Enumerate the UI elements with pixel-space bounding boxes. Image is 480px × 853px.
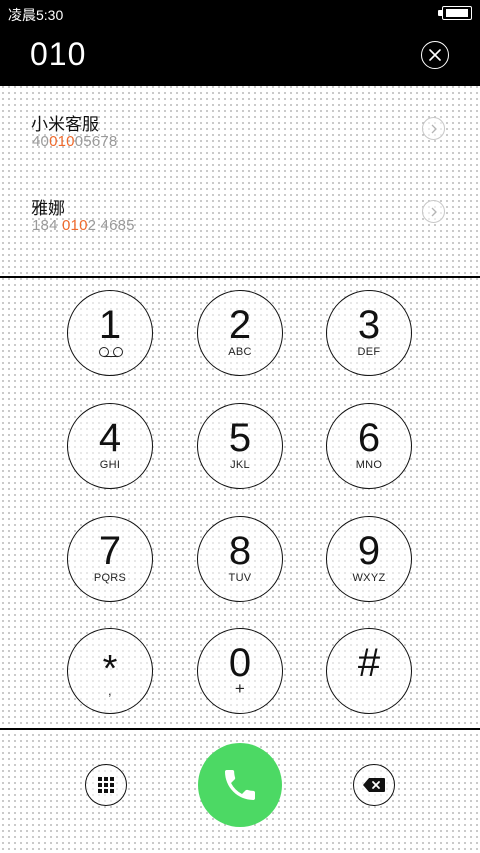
chevron-right-icon — [431, 124, 437, 134]
key-digit: 5 — [228, 416, 252, 460]
number-match-highlight: 010 — [62, 217, 88, 234]
backspace-button[interactable] — [353, 764, 395, 806]
key-2[interactable]: 2 ABC — [197, 290, 283, 376]
key-8[interactable]: 8 TUV — [197, 516, 283, 602]
key-digit: # — [357, 641, 381, 685]
divider — [0, 276, 480, 278]
contact-name: 小米客服 — [31, 115, 99, 134]
number-match-highlight: 010 — [49, 133, 75, 150]
key-letters: DEF — [357, 346, 381, 358]
suggestion-row[interactable]: 雅娜 184 0102 4685 — [0, 170, 480, 254]
backspace-icon — [363, 778, 385, 792]
key-4[interactable]: 4 GHI — [67, 403, 153, 489]
key-5[interactable]: 5 JKL — [197, 403, 283, 489]
number-part: 2 4685 — [87, 217, 135, 234]
key-letters: , — [108, 683, 112, 698]
number-part: 05678 — [74, 133, 118, 150]
clear-button[interactable] — [421, 41, 449, 69]
contact-number: 4001005678 — [32, 133, 117, 150]
key-letters: GHI — [99, 459, 121, 471]
contact-name: 雅娜 — [31, 199, 65, 218]
number-part: 184 — [32, 217, 62, 234]
key-digit: 9 — [357, 529, 381, 573]
key-digit: 8 — [228, 529, 252, 573]
key-6[interactable]: 6 MNO — [326, 403, 412, 489]
number-part: 40 — [32, 133, 50, 150]
key-letters: MNO — [355, 459, 383, 471]
key-letters: PQRS — [93, 572, 127, 584]
status-time: 凌晨5:30 — [8, 7, 64, 23]
key-letters: + — [234, 679, 246, 698]
contact-detail-button[interactable] — [422, 117, 445, 140]
key-digit: 1 — [98, 303, 122, 347]
dialpad-grid-icon — [98, 777, 114, 793]
contact-detail-button[interactable] — [422, 200, 445, 223]
key-9[interactable]: 9 WXYZ — [326, 516, 412, 602]
key-letters: JKL — [230, 459, 250, 471]
key-3[interactable]: 3 DEF — [326, 290, 412, 376]
dial-header: 010 — [0, 26, 480, 86]
key-letters: ABC — [228, 346, 252, 358]
chevron-right-icon — [431, 207, 437, 217]
battery-full-icon — [438, 6, 472, 20]
key-letters: TUV — [228, 572, 252, 584]
key-letters: WXYZ — [352, 572, 386, 584]
close-circle-icon — [429, 49, 441, 61]
key-0[interactable]: 0 + — [197, 628, 283, 714]
dialed-number: 010 — [30, 36, 87, 72]
key-digit: 3 — [357, 303, 381, 347]
contact-number: 184 0102 4685 — [32, 217, 135, 234]
key-hash[interactable]: # — [326, 628, 412, 714]
key-7[interactable]: 7 PQRS — [67, 516, 153, 602]
voicemail-icon — [99, 347, 123, 357]
key-digit: 2 — [228, 303, 252, 347]
status-bar: 凌晨5:30 — [0, 0, 480, 26]
divider — [0, 728, 480, 730]
key-1[interactable]: 1 — [67, 290, 153, 376]
dialpad-toggle-button[interactable] — [85, 764, 127, 806]
call-button[interactable] — [198, 743, 282, 827]
phone-icon — [225, 770, 255, 800]
key-digit: 7 — [98, 529, 122, 573]
suggestion-row[interactable]: 小米客服 4001005678 — [0, 86, 480, 170]
key-star[interactable]: * , — [67, 628, 153, 714]
key-digit: 4 — [98, 416, 122, 460]
key-digit: 6 — [357, 416, 381, 460]
